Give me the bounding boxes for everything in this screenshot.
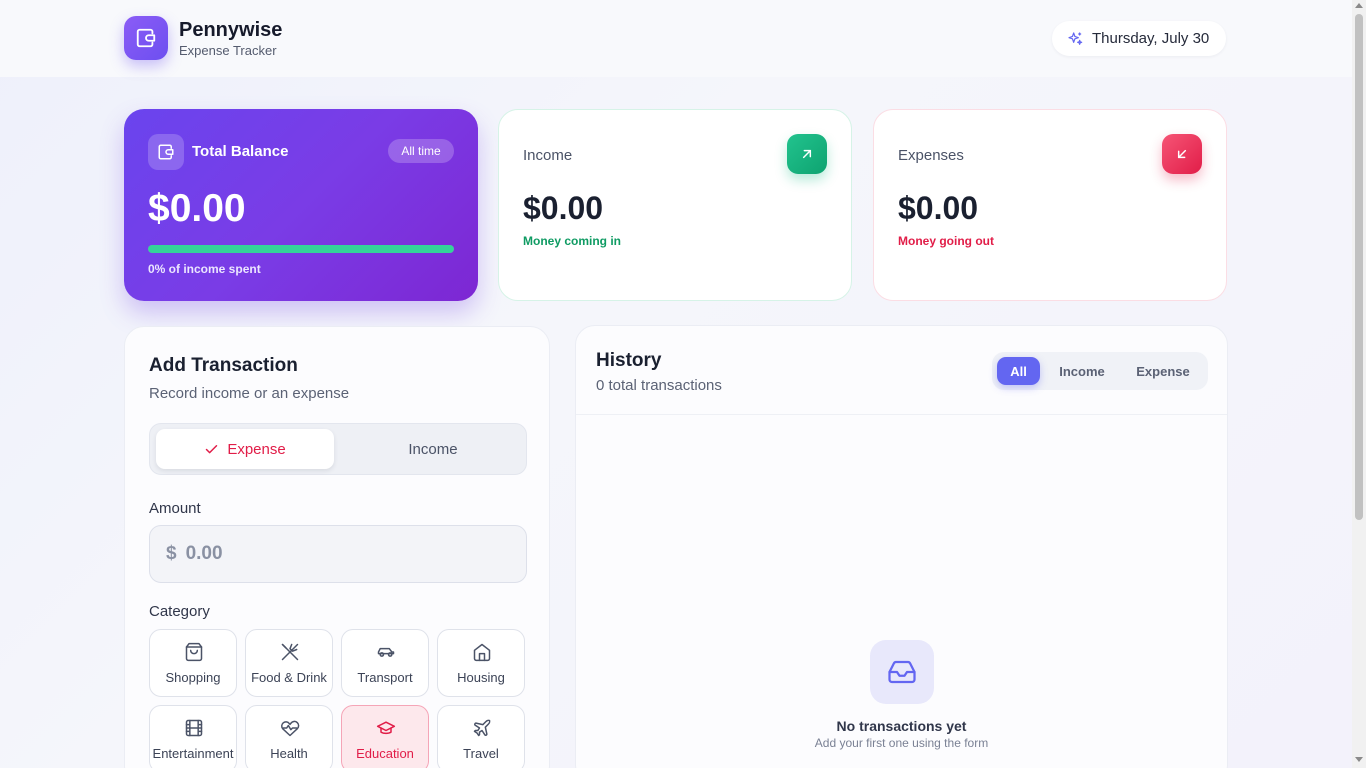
scroll-down-arrow[interactable] <box>1355 757 1363 762</box>
filter-expense[interactable]: Expense <box>1126 357 1200 385</box>
form-subtitle: Record income or an expense <box>149 385 350 402</box>
income-amount: $0.00 <box>523 190 604 226</box>
category-education[interactable]: Education <box>341 705 429 768</box>
spent-note: 0% of income spent <box>148 262 261 276</box>
history-card: History 0 total transactions All Income … <box>575 325 1228 768</box>
amount-placeholder: 0.00 <box>185 543 223 564</box>
home-icon <box>473 643 491 662</box>
app-subtitle: Expense Tracker <box>179 43 277 58</box>
arrow-down-left-icon <box>1162 134 1202 174</box>
page-scrollbar[interactable] <box>1352 0 1366 768</box>
history-header: History 0 total transactions All Income … <box>576 326 1227 415</box>
total-balance-card: Total Balance All time $0.00 0% of incom… <box>124 109 478 301</box>
expense-type-button[interactable]: Expense <box>156 429 334 469</box>
category-health[interactable]: Health <box>245 705 333 768</box>
add-transaction-card: Add Transaction Record income or an expe… <box>124 326 550 768</box>
wallet-icon <box>148 134 184 170</box>
expenses-card: Expenses $0.00 Money going out <box>873 109 1227 301</box>
app-name: Pennywise <box>179 19 283 41</box>
scroll-up-arrow[interactable] <box>1355 3 1363 8</box>
brand[interactable]: Pennywise Expense Tracker <box>124 16 282 60</box>
expense-type-label: Expense <box>227 440 286 458</box>
car-icon <box>377 647 395 657</box>
graduation-cap-icon <box>376 721 396 735</box>
check-icon <box>206 444 218 453</box>
plane-icon <box>473 719 491 737</box>
category-shopping[interactable]: Shopping <box>149 629 237 697</box>
heart-pulse-icon <box>281 720 300 737</box>
category-label: Shopping <box>165 670 221 685</box>
amount-field[interactable]: $ 0.00 <box>149 525 527 583</box>
income-type-label: Income <box>408 440 458 458</box>
balance-title: Total Balance <box>192 143 289 160</box>
spent-progress-fill <box>148 245 454 253</box>
transaction-count: 0 total transactions <box>596 377 722 394</box>
category-entertainment[interactable]: Entertainment <box>149 705 237 768</box>
category-label: Travel <box>463 746 499 761</box>
empty-state-subtitle: Add your first one using the form <box>814 736 989 750</box>
category-food-drink[interactable]: Food & Drink <box>245 629 333 697</box>
category-transport[interactable]: Transport <box>341 629 429 697</box>
scroll-thumb[interactable] <box>1355 14 1363 520</box>
date-chip: Thursday, July 30 <box>1052 21 1226 56</box>
current-date: Thursday, July 30 <box>1092 30 1210 47</box>
expenses-note: Money going out <box>898 234 994 248</box>
top-bar: Pennywise Expense Tracker Thursday, July… <box>0 0 1352 77</box>
expenses-label: Expenses <box>898 147 964 164</box>
currency-prefix: $ <box>166 543 177 564</box>
empty-state-title: No transactions yet <box>836 718 967 734</box>
wallet-icon <box>124 16 168 60</box>
filter-all[interactable]: All <box>997 357 1040 385</box>
filter-income[interactable]: Income <box>1048 357 1116 385</box>
category-label: Transport <box>357 670 413 685</box>
shopping-bag-icon <box>185 642 203 662</box>
category-label: Education <box>356 746 414 761</box>
amount-label: Amount <box>149 500 201 517</box>
category-label: Entertainment <box>152 746 234 761</box>
category-label: Food & Drink <box>251 670 327 685</box>
category-label: Housing <box>457 670 505 685</box>
inbox-icon <box>870 640 934 704</box>
film-icon <box>185 719 203 737</box>
form-title: Add Transaction <box>149 355 298 376</box>
income-label: Income <box>523 147 573 164</box>
category-travel[interactable]: Travel <box>437 705 525 768</box>
balance-amount: $0.00 <box>148 187 246 230</box>
income-card: Income $0.00 Money coming in <box>498 109 852 301</box>
history-title: History <box>596 350 662 371</box>
utensils-icon <box>281 643 299 661</box>
category-housing[interactable]: Housing <box>437 629 525 697</box>
all-time-badge[interactable]: All time <box>388 139 454 163</box>
arrow-up-right-icon <box>787 134 827 174</box>
income-type-button[interactable]: Income <box>344 429 522 469</box>
spent-progress-bar <box>148 245 454 253</box>
sparkles-icon <box>1068 31 1083 45</box>
history-filter: All Income Expense <box>992 352 1208 390</box>
transaction-type-toggle: Expense Income <box>149 423 527 475</box>
category-label: Health <box>270 746 308 761</box>
expenses-amount: $0.00 <box>898 190 979 226</box>
category-label: Category <box>149 603 210 620</box>
income-note: Money coming in <box>523 234 622 248</box>
